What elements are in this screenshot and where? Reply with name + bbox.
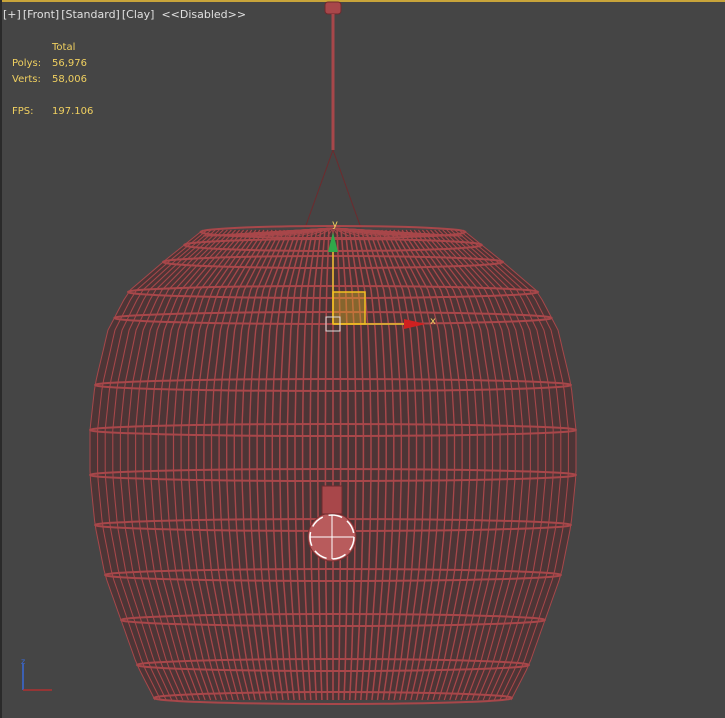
viewport-disabled-label[interactable]: <<Disabled>> [160,8,247,21]
viewport-front[interactable]: y x [+] [Front] [Standard] [Clay] <<Disa… [0,0,725,718]
viewport-menu-plus[interactable]: [+] [2,8,22,21]
stats-polys-row: Polys: 56,976 [12,56,112,72]
lamp-suspension-wire [304,149,334,229]
stats-header: Total [52,42,76,53]
world-axis-tripod-icon: z [21,658,52,691]
stats-fps-key: FPS: [12,106,34,117]
stats-polys-key: Polys: [12,58,42,69]
viewport-point-of-view[interactable]: [Front] [22,8,60,21]
viewport-label-bar: [+] [Front] [Standard] [Clay] <<Disabled… [2,8,247,21]
stats-polys-value: 56,976 [52,58,87,69]
gizmo-x-label: x [430,316,436,327]
stats-header-row: Total [12,40,112,56]
lamp-suspension-wire [332,149,362,229]
lamp-ceiling-cap [324,1,342,15]
stats-verts-value: 58,006 [52,74,87,85]
stats-verts-key: Verts: [12,74,41,85]
stats-verts-row: Verts: 58,006 [12,72,112,88]
viewport-shading-standard[interactable]: [Standard] [60,8,121,21]
wicker-lamp-mesh[interactable] [89,1,577,705]
gizmo-xy-plane[interactable] [332,291,366,325]
bulb-socket [321,485,343,515]
stats-fps-row: FPS: 197.106 [12,104,112,120]
scene-statistics: Total Polys: 56,976 Verts: 58,006 FPS: 1… [12,40,112,120]
viewport-shading-clay[interactable]: [Clay] [121,8,156,21]
gizmo-y-label: y [332,219,338,230]
stats-fps-value: 197.106 [52,106,94,117]
svg-text:z: z [21,658,25,666]
